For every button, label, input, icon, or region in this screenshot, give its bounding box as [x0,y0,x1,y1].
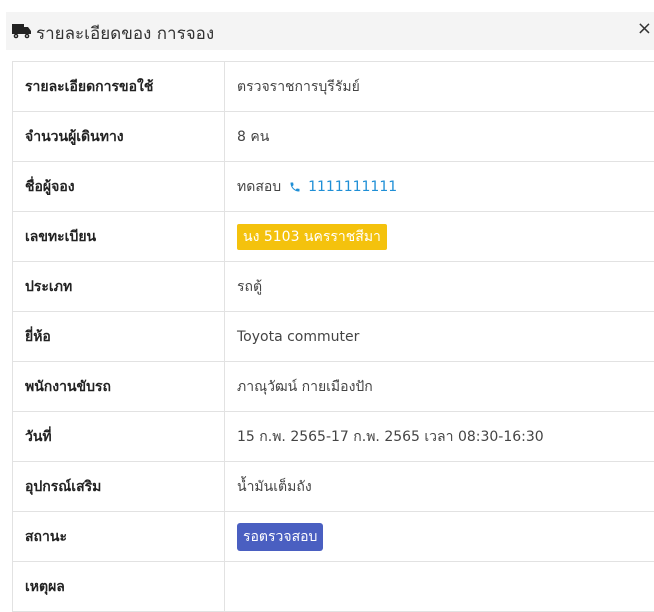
row-label: วันที่ [13,412,225,462]
row-value: รถตู้ [225,262,654,312]
table-row: เหตุผล [13,562,654,612]
table-row: จำนวนผู้เดินทาง 8 คน [13,112,654,162]
table-row: รายละเอียดการขอใช้ ตรวจราชการบุรีรัมย์ [13,62,654,112]
table-row: ชื่อผู้จอง ทดสอบ 1111111111 [13,162,654,212]
booker-name: ทดสอบ [237,179,281,195]
row-value: ตรวจราชการบุรีรัมย์ [225,62,654,112]
status-cell: รอตรวจสอบ [225,512,654,562]
table-row: เลขทะเบียน นง 5103 นครราชสีมา [13,212,654,262]
row-value: น้ำมันเต็มถัง [225,462,654,512]
table-row: ยี่ห้อ Toyota commuter [13,312,654,362]
table-row: วันที่ 15 ก.พ. 2565-17 ก.พ. 2565 เวลา 08… [13,412,654,462]
plate-cell: นง 5103 นครราชสีมา [225,212,654,262]
truck-icon [12,23,32,43]
phone-link[interactable]: 1111111111 [308,179,397,195]
row-value: ภาณุวัฒน์ กายเมืองปัก [225,362,654,412]
row-label: พนักงานขับรถ [13,362,225,412]
modal-title: รายละเอียดของ การจอง [36,20,214,47]
reason-value [225,562,654,612]
row-value: 8 คน [225,112,654,162]
plate-badge: นง 5103 นครราชสีมา [237,224,387,250]
row-label: เหตุผล [13,562,225,612]
booker-cell: ทดสอบ 1111111111 [225,162,654,212]
row-value: Toyota commuter [225,312,654,362]
close-button[interactable]: × [637,18,652,40]
row-value: 15 ก.พ. 2565-17 ก.พ. 2565 เวลา 08:30-16:… [225,412,654,462]
booking-details-table: รายละเอียดการขอใช้ ตรวจราชการบุรีรัมย์ จ… [12,61,654,612]
row-label: อุปกรณ์เสริม [13,462,225,512]
row-label: ยี่ห้อ [13,312,225,362]
row-label: รายละเอียดการขอใช้ [13,62,225,112]
table-row: พนักงานขับรถ ภาณุวัฒน์ กายเมืองปัก [13,362,654,412]
row-label: ชื่อผู้จอง [13,162,225,212]
table-row: ประเภท รถตู้ [13,262,654,312]
table-row: สถานะ รอตรวจสอบ [13,512,654,562]
row-label: เลขทะเบียน [13,212,225,262]
phone-icon [289,181,301,197]
row-label: สถานะ [13,512,225,562]
status-badge: รอตรวจสอบ [237,523,323,551]
row-label: ประเภท [13,262,225,312]
modal-header: รายละเอียดของ การจอง × [6,12,654,50]
table-row: อุปกรณ์เสริม น้ำมันเต็มถัง [13,462,654,512]
row-label: จำนวนผู้เดินทาง [13,112,225,162]
